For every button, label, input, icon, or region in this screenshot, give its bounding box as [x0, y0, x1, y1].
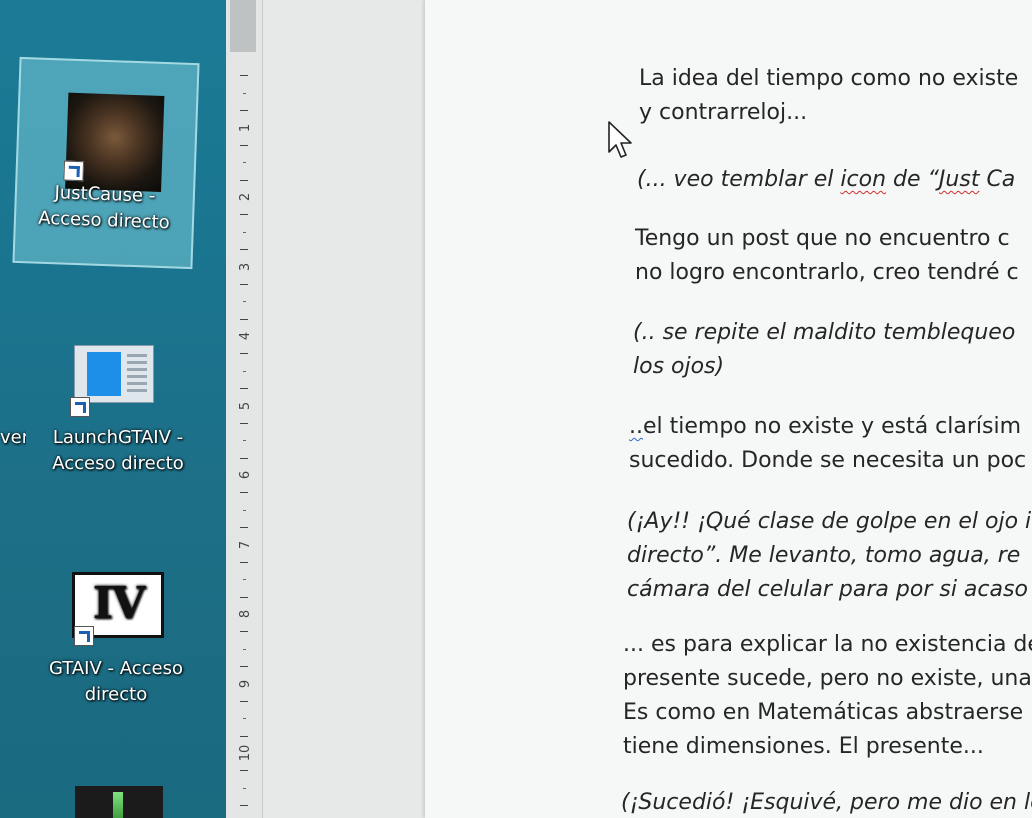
- ruler-number: 5: [238, 401, 253, 410]
- launchgtaiv-shortcut-icon[interactable]: LaunchGTAIV - Acceso directo: [38, 345, 198, 485]
- paragraph-4: (.. se repite el maldito temblequeo los …: [633, 316, 1015, 384]
- paragraph-7: ... es para explicar la no existencia de…: [623, 628, 1032, 764]
- ruler-tick: [240, 805, 248, 806]
- p7-line-2: presente sucede, pero no existe, una: [623, 666, 1032, 691]
- ruler-tick: [240, 214, 248, 215]
- p2-spellcheck-word-2: Just: [938, 167, 980, 192]
- ruler-tick: [240, 770, 248, 771]
- ruler-number: 10: [238, 744, 253, 762]
- ruler-tick: [240, 284, 248, 285]
- paragraph-1: La idea del tiempo como no existe y cont…: [639, 62, 1018, 130]
- ruler-tick: [240, 701, 248, 702]
- paragraph-5: ..el tiempo no existe y está clarísim su…: [629, 410, 1026, 478]
- ruler-tick: [240, 388, 248, 389]
- ruler-tick: [240, 597, 248, 598]
- p5-line-1: ..el tiempo no existe y está clarísim: [629, 410, 1026, 444]
- ruler-tick: [243, 162, 246, 163]
- partial-label-text: ver: [0, 427, 26, 448]
- p8-line-1: (¡Sucedió! ¡Esquivé, pero me dio en lo: [621, 790, 1032, 815]
- ruler-tick: [240, 492, 248, 493]
- p4-line-2: los ojos): [633, 354, 725, 379]
- ruler-number: 2: [238, 192, 253, 202]
- ruler-number: 9: [238, 679, 253, 688]
- document-left-margin[interactable]: [263, 0, 425, 818]
- paragraph-3: Tengo un post que no encuentro c no logr…: [635, 222, 1019, 290]
- p1-line-2: y contrarreloj...: [639, 100, 808, 125]
- shortcut-arrow-icon: [70, 397, 90, 417]
- launchgtaiv-label-line1: LaunchGTAIV -: [52, 427, 184, 448]
- ruler-tick: [243, 371, 246, 372]
- ruler-number: 3: [238, 262, 253, 271]
- p5-line-1-text: el tiempo no existe y está clarísim: [643, 414, 1022, 439]
- p4-line-1: (.. se repite el maldito temblequeo: [633, 320, 1016, 345]
- ruler-number: 8: [238, 609, 253, 619]
- gtaiv-shortcut-icon[interactable]: IV GTAIV - Acceso directo: [36, 572, 196, 712]
- shortcut-arrow-icon: [74, 626, 94, 646]
- screen: JustCause - Acceso directo ver LaunchGTA…: [0, 0, 1032, 818]
- launchgtaiv-label-line2: Acceso directo: [52, 453, 184, 474]
- ruler-tick: [243, 301, 246, 302]
- p7-line-4: tiene dimensiones. El presente...: [623, 734, 984, 759]
- p5-grammar-mark: ..: [629, 414, 643, 439]
- justcause-label-line2: Acceso directo: [37, 207, 171, 234]
- desktop-background: JustCause - Acceso directo ver LaunchGTA…: [0, 0, 226, 818]
- justcause-shortcut-icon[interactable]: JustCause - Acceso directo: [12, 56, 200, 270]
- ruler-margin-area: [230, 0, 256, 52]
- p3-line-2: no logro encontrarlo, creo tendré c: [635, 260, 1019, 285]
- ruler-tick: [240, 562, 248, 563]
- ruler-tick: [243, 579, 246, 580]
- p2-text-post: Ca: [979, 167, 1016, 192]
- mouse-pointer-icon: [608, 121, 632, 158]
- p7-line-1: ... es para explicar la no existencia de: [623, 632, 1032, 657]
- ruler-tick: [240, 353, 248, 354]
- p5-line-2: sucedido. Donde se necesita un poc: [629, 448, 1027, 473]
- partial-game-shortcut-icon[interactable]: [75, 786, 163, 818]
- p6-line-1: (¡Ay!! ¡Qué clase de golpe en el ojo i: [627, 509, 1032, 534]
- ruler-number: 6: [238, 470, 253, 480]
- document-page[interactable]: La idea del tiempo como no existe y cont…: [425, 0, 1032, 818]
- ruler-tick: [240, 110, 248, 111]
- ruler-tick: [243, 788, 246, 789]
- ruler-tick: [243, 718, 246, 719]
- window-app-icon: [74, 345, 154, 403]
- ruler-tick: [240, 249, 248, 250]
- ruler-tick: [240, 527, 248, 528]
- ruler-tick: [240, 458, 248, 459]
- ruler-number: 7: [238, 540, 253, 549]
- gtaiv-label-line2: directo: [84, 684, 148, 705]
- p6-line-3: cámara del celular para por si acaso: [627, 577, 1028, 602]
- partial-desktop-label: ver: [0, 425, 26, 451]
- p2-spellcheck-word-1: icon: [840, 167, 887, 192]
- p7-line-3: Es como en Matemáticas abstraerse: [623, 700, 1024, 725]
- paragraph-8: (¡Sucedió! ¡Esquivé, pero me dio en lo: [621, 786, 1032, 818]
- p1-line-1: La idea del tiempo como no existe: [639, 66, 1019, 91]
- ruler-tick: [243, 649, 246, 650]
- ruler-tick: [240, 145, 248, 146]
- ruler-tick: [240, 631, 248, 632]
- ruler-tick: [240, 736, 248, 737]
- ruler-tick: [243, 232, 246, 233]
- ruler-tick: [240, 75, 248, 76]
- p2-text-mid: de “: [886, 167, 939, 192]
- ruler-tick: [243, 510, 246, 511]
- shortcut-arrow-icon: [63, 160, 85, 182]
- ruler-tick: [243, 93, 246, 94]
- ruler-tick: [240, 666, 248, 667]
- vertical-ruler[interactable]: 1 2 3 4 5 6 7 8 9 10: [226, 0, 263, 818]
- p3-line-1: Tengo un post que no encuentro c: [635, 226, 1010, 251]
- ruler-tick: [240, 319, 248, 320]
- ruler-number: 1: [238, 123, 253, 132]
- gtaiv-label-line1: GTAIV - Acceso: [48, 658, 184, 679]
- ruler-tick: [240, 423, 248, 424]
- p2-line-1: (... veo temblar el icon de “Just Ca: [637, 163, 1015, 197]
- ruler-tick: [243, 440, 246, 441]
- p6-line-2: directo”. Me levanto, tomo agua, re: [627, 543, 1021, 568]
- p2-text-pre: (... veo temblar el: [637, 167, 841, 192]
- paragraph-2: (... veo temblar el icon de “Just Ca: [637, 163, 1015, 197]
- ruler-tick: [240, 180, 248, 181]
- paragraph-6: (¡Ay!! ¡Qué clase de golpe en el ojo i d…: [627, 505, 1031, 607]
- ruler-number: 4: [238, 331, 253, 341]
